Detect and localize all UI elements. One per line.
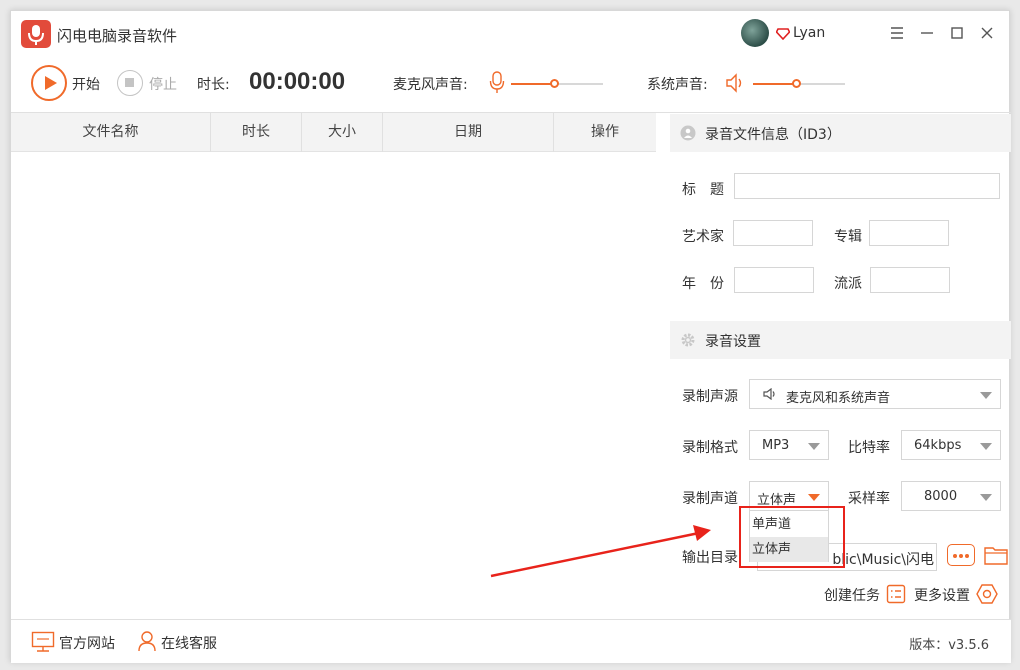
system-volume-knob[interactable] <box>792 79 802 88</box>
column-header-duration: 时长 <box>211 113 302 152</box>
user-avatar[interactable] <box>741 19 769 47</box>
close-icon[interactable] <box>977 23 997 43</box>
samplerate-value: 8000 <box>924 489 958 504</box>
table-header: 文件名称 时长 大小 日期 操作 <box>11 113 656 152</box>
folder-icon[interactable] <box>984 545 1008 565</box>
bitrate-value: 64kbps <box>914 438 962 453</box>
app-title: 闪电电脑录音软件 <box>57 27 178 45</box>
microphone-icon <box>489 71 505 93</box>
id3-genre-input[interactable] <box>870 267 950 293</box>
stop-label[interactable]: 停止 <box>149 74 177 94</box>
samplerate-label: 采样率 <box>848 491 890 507</box>
column-header-filename: 文件名称 <box>11 113 211 152</box>
chevron-down-icon <box>808 494 820 501</box>
customer-service-icon[interactable] <box>137 630 157 652</box>
id3-artist-label: 艺术家 <box>682 229 724 245</box>
online-support-link[interactable]: 在线客服 <box>161 633 217 653</box>
format-value: MP3 <box>762 438 790 453</box>
id3-title-input[interactable] <box>734 173 1000 199</box>
id3-album-input[interactable] <box>869 220 949 246</box>
output-path-value: blic\Music\闪电 <box>832 552 934 568</box>
mic-volume-knob[interactable] <box>550 79 560 88</box>
app-window: 闪电电脑录音软件 Lyan 开始 停止 时长: 00:00:00 麦克风声音: … <box>10 10 1011 663</box>
task-list-icon[interactable] <box>886 584 906 604</box>
official-website-link[interactable]: 官方网站 <box>59 633 115 653</box>
title-bar: 闪电电脑录音软件 Lyan <box>11 11 1011 57</box>
source-value: 麦克风和系统声音 <box>786 391 891 406</box>
id3-album-label: 专辑 <box>834 229 862 245</box>
id3-title-label: 标 题 <box>682 182 724 198</box>
id3-year-input[interactable] <box>734 267 814 293</box>
column-header-date: 日期 <box>383 113 554 152</box>
column-header-size: 大小 <box>302 113 383 152</box>
settings-panel: 录音文件信息（ID3） 标 题 艺术家 专辑 年 份 流派 录音设置 录制声源 … <box>670 113 1011 619</box>
speaker-icon <box>726 73 742 93</box>
speaker-small-icon <box>763 388 775 400</box>
source-select[interactable]: 麦克风和系统声音 <box>749 379 1001 409</box>
vip-diamond-icon <box>776 28 790 40</box>
duration-label: 时长: <box>197 77 230 93</box>
bitrate-select[interactable]: 64kbps <box>901 430 1001 460</box>
id3-section-header: 录音文件信息（ID3） <box>670 114 1011 152</box>
user-name[interactable]: Lyan <box>793 25 825 41</box>
footer-bar: 官方网站 在线客服 版本：v3.5.6 <box>11 619 1011 663</box>
id3-year-label: 年 份 <box>682 276 724 292</box>
output-dir-label: 输出目录 <box>682 550 738 566</box>
record-settings-header: 录音设置 <box>670 321 1011 359</box>
column-header-actions: 操作 <box>591 124 619 140</box>
menu-icon[interactable] <box>887 23 907 43</box>
settings-hex-icon[interactable] <box>976 583 998 605</box>
record-timer: 00:00:00 <box>249 68 346 95</box>
create-task-label[interactable]: 创建任务 <box>824 585 880 605</box>
record-toolbar: 开始 停止 时长: 00:00:00 麦克风声音: 系统声音: <box>11 57 1011 113</box>
chevron-down-icon <box>808 443 820 450</box>
system-volume-label: 系统声音: <box>647 77 708 93</box>
format-select[interactable]: MP3 <box>749 430 829 460</box>
monitor-icon[interactable] <box>31 631 55 653</box>
format-label: 录制格式 <box>682 440 738 456</box>
channel-label: 录制声道 <box>682 491 738 507</box>
recording-file-table: 文件名称 时长 大小 日期 操作 <box>11 113 656 619</box>
chevron-down-icon <box>980 443 992 450</box>
mic-volume-label: 麦克风声音: <box>393 77 468 93</box>
system-volume-slider[interactable] <box>753 79 845 88</box>
start-label[interactable]: 开始 <box>72 74 100 94</box>
info-icon <box>680 125 696 141</box>
stop-record-button[interactable] <box>117 70 143 96</box>
version-label: 版本：v3.5.6 <box>909 638 989 653</box>
record-settings-title: 录音设置 <box>705 334 761 350</box>
more-settings-label[interactable]: 更多设置 <box>914 585 970 605</box>
browse-more-button[interactable] <box>947 544 975 566</box>
source-label: 录制声源 <box>682 389 738 405</box>
minimize-icon[interactable] <box>917 23 937 43</box>
start-record-button[interactable] <box>31 65 67 101</box>
chevron-down-icon <box>980 392 992 399</box>
gear-icon <box>681 333 695 347</box>
maximize-icon[interactable] <box>947 23 967 43</box>
mic-volume-slider[interactable] <box>511 79 603 88</box>
samplerate-select[interactable]: 8000 <box>901 481 1001 511</box>
app-logo-icon <box>21 20 51 48</box>
annotation-highlight-box <box>739 506 845 568</box>
chevron-down-icon <box>980 494 992 501</box>
bitrate-label: 比特率 <box>848 440 890 456</box>
id3-section-title: 录音文件信息（ID3） <box>705 127 841 143</box>
id3-genre-label: 流派 <box>834 276 862 292</box>
id3-artist-input[interactable] <box>733 220 813 246</box>
